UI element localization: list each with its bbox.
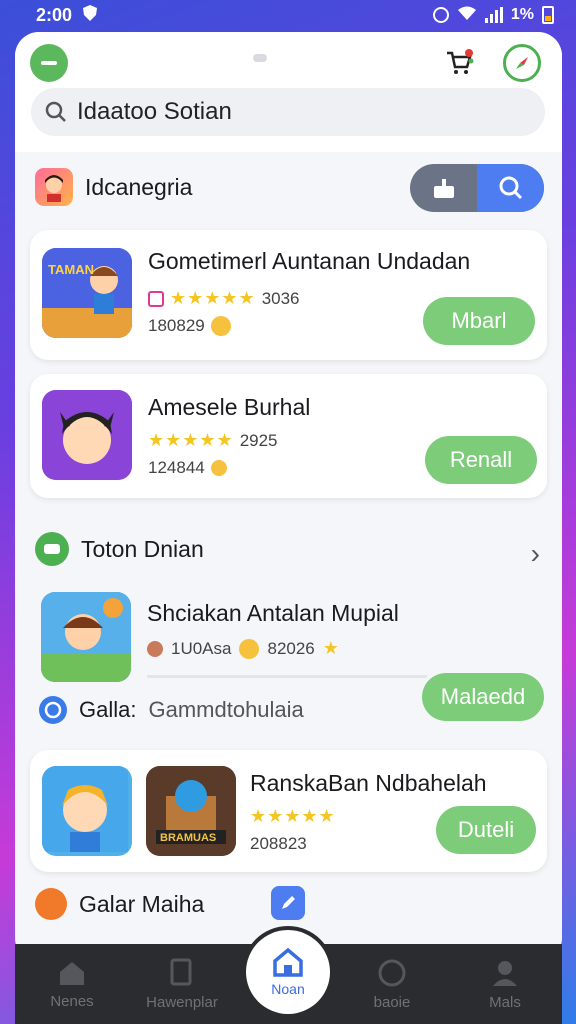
refresh-icon — [39, 696, 67, 724]
minus-button[interactable] — [30, 44, 68, 82]
tablet-icon — [170, 958, 192, 985]
view-toggle[interactable] — [410, 164, 544, 212]
galla-label: Galla: — [79, 697, 137, 722]
app-rating: ★★★★★ 3036 — [148, 288, 300, 309]
badge-icon — [148, 290, 164, 307]
star-rating-icon: ★★★★★ — [148, 430, 234, 450]
section-title: Idcanegria — [85, 173, 193, 200]
edit-button[interactable] — [271, 886, 305, 920]
app-thumbnail — [41, 592, 131, 682]
coin-icon — [35, 888, 67, 920]
smile-icon — [239, 638, 260, 659]
app-rating: ★★★★★ 2925 — [148, 430, 278, 450]
nav-item-mals[interactable]: Mals — [460, 944, 550, 1024]
nav-label: Mals — [489, 993, 521, 1011]
nav-label: Hawenplar — [146, 993, 218, 1011]
search-input[interactable]: Idaatoo Sotian — [77, 98, 232, 126]
star-icon: ★ — [322, 638, 340, 658]
drag-handle[interactable] — [253, 54, 267, 62]
app-card[interactable]: TAMAN Gometimerl Auntanan Undadan ★★★★★ … — [30, 230, 547, 360]
app-thumbnail: BRAMUAS — [146, 766, 236, 856]
compass-icon — [516, 57, 528, 69]
signal-icon — [484, 7, 503, 23]
app-thumbnail — [42, 390, 132, 480]
cake-toggle-option[interactable] — [410, 164, 477, 212]
install-button[interactable]: Duteli — [436, 806, 536, 854]
home-outline-icon — [60, 961, 84, 985]
compass-button[interactable] — [503, 44, 541, 82]
nav-item-nenes[interactable]: Nenes — [27, 944, 117, 1024]
nav-item-baoie[interactable]: baoie — [347, 944, 437, 1024]
galla-row[interactable]: Galla: Gammdtohulaia — [39, 696, 304, 724]
section-header-1: Idcanegria — [35, 168, 192, 206]
app-meta: 1U0Asa 82026 ★ — [147, 638, 340, 659]
nav-item-hawenplar[interactable]: Hawenplar — [137, 944, 227, 1024]
nav-label: Noan — [271, 981, 305, 997]
coin-icon — [378, 959, 406, 986]
install-button[interactable]: Renall — [425, 436, 537, 484]
chevron-right-icon[interactable]: › — [531, 538, 540, 570]
section-title: Galar Maiha — [79, 890, 205, 917]
app-thumbnail: TAMAN — [42, 248, 132, 338]
app-card[interactable]: Amesele Burhal ★★★★★ 2925 124844 Renall — [30, 374, 547, 498]
search-toggle-option[interactable] — [477, 164, 544, 212]
install-button[interactable]: Mbarl — [423, 297, 535, 345]
search-icon — [45, 101, 66, 122]
app-name: Gometimerl Auntanan Undadan — [148, 248, 471, 274]
alarm-icon — [432, 7, 449, 23]
section-title: Toton Dnian — [81, 535, 204, 562]
shield-icon — [82, 4, 98, 27]
app-name: RanskaBan Ndbahelah — [250, 770, 487, 796]
svg-text:TAMAN: TAMAN — [48, 262, 94, 277]
nav-label: baoie — [373, 993, 411, 1011]
status-bar: 2:00 1% — [0, 0, 576, 30]
star-rating-icon: ★★★★★ — [170, 288, 256, 308]
install-button[interactable]: Malaedd — [422, 673, 544, 721]
battery-percent: 1% — [510, 6, 534, 23]
app-name: Amesele Burhal — [148, 394, 311, 420]
wifi-icon — [457, 5, 477, 26]
status-time: 2:00 — [36, 4, 73, 25]
star-rating-icon: ★★★★★ — [250, 806, 336, 826]
header: Idaatoo Sotian — [15, 32, 562, 152]
search-bar[interactable]: Idaatoo Sotian — [31, 88, 545, 136]
app-name: Shciakan Antalan Mupial — [147, 600, 399, 626]
avatar-icon — [147, 640, 163, 657]
cake-icon — [433, 179, 454, 198]
cart-button[interactable] — [440, 44, 478, 82]
section-header-3: Galar Maiha — [35, 888, 204, 920]
nav-label: Nenes — [50, 992, 94, 1010]
avatar-icon — [35, 168, 73, 206]
app-panel: Idaatoo Sotian Idcanegria TAMAN Gometime… — [15, 32, 562, 962]
svg-text:BRAMUAS: BRAMUAS — [160, 832, 216, 844]
app-downloads: 208823 — [250, 834, 307, 853]
app-downloads: 124844 — [148, 458, 227, 478]
bottom-nav: Nenes Hawenplar Noan baoie Mals — [15, 930, 562, 1024]
edit-icon — [282, 896, 295, 909]
nav-item-noan[interactable]: Noan — [246, 930, 330, 1014]
smile-icon — [210, 460, 227, 476]
divider — [147, 675, 427, 678]
profile-icon — [493, 960, 517, 986]
home-icon — [273, 947, 303, 977]
search-icon — [499, 176, 522, 200]
app-rating: ★★★★★ — [250, 806, 336, 827]
controller-icon — [35, 532, 69, 566]
smile-icon — [210, 316, 231, 336]
app-card[interactable]: BRAMUAS RanskaBan Ndbahelah ★★★★★ 208823… — [30, 750, 547, 872]
battery-icon — [542, 6, 554, 24]
app-thumbnail — [42, 766, 132, 856]
cart-icon — [447, 49, 474, 74]
app-downloads: 180829 — [148, 316, 231, 336]
galla-value: Gammdtohulaia — [148, 697, 304, 722]
section-header-2[interactable]: Toton Dnian — [35, 532, 204, 566]
